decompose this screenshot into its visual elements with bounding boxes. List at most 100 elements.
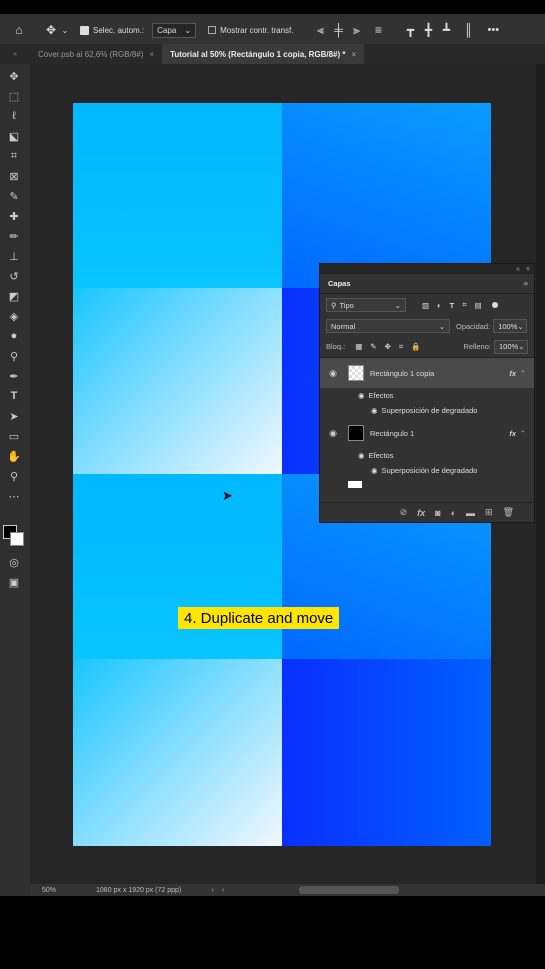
eye-icon[interactable]: ◉ xyxy=(358,451,365,460)
distribute-icon[interactable]: ≡ xyxy=(370,21,388,39)
filter-toggle-icon[interactable] xyxy=(491,302,498,308)
vertical-scrollbar[interactable] xyxy=(536,64,545,884)
effect-item[interactable]: ◉ Superposición de degradado xyxy=(320,463,534,478)
opacity-label: Opacidad: xyxy=(456,321,491,331)
paint-bucket-icon[interactable]: ◈ xyxy=(5,308,23,324)
distribute-vertical-icon[interactable]: ║ xyxy=(460,21,478,39)
clone-stamp-icon[interactable]: ⊥ xyxy=(5,248,23,264)
tab-tutorial[interactable]: Tutorial al 50% (Rectángulo 1 copia, RGB… xyxy=(162,44,365,64)
zoom-level[interactable]: 50% xyxy=(42,887,56,894)
object-select-icon[interactable]: ⬕ xyxy=(5,128,23,144)
frame-icon[interactable]: ⊠ xyxy=(5,168,23,184)
lock-transparent-icon[interactable]: ▦ xyxy=(355,342,362,351)
eye-icon[interactable]: ◉ xyxy=(358,391,365,400)
auto-select-target-dropdown[interactable]: Capa ⌄ xyxy=(152,22,197,38)
layer-name[interactable]: Rectángulo 1 copia xyxy=(370,369,434,378)
align-middle-icon[interactable]: ╋ xyxy=(420,21,438,39)
lock-artboard-icon[interactable]: ⌗ xyxy=(399,342,403,352)
eye-icon[interactable]: ◉ xyxy=(371,466,378,475)
move-icon[interactable]: ✥ xyxy=(5,68,23,84)
horizontal-scrollbar[interactable] xyxy=(298,886,399,894)
layer-row[interactable]: ◉ Rectángulo 1 copia fx ⌃ xyxy=(320,358,534,388)
background-color-swatch[interactable] xyxy=(10,532,24,546)
new-layer-icon[interactable]: ⊞ xyxy=(485,507,493,518)
effects-row[interactable]: ◉ Efectos xyxy=(320,388,534,403)
adjustment-layer-icon[interactable]: ◐ xyxy=(451,508,456,518)
filter-smart-object-icon[interactable]: ▤ xyxy=(474,301,481,310)
chevron-up-icon[interactable]: ⌃ xyxy=(520,369,526,378)
blur-icon[interactable]: ● xyxy=(5,328,23,344)
zoom-icon[interactable]: ⚲ xyxy=(5,468,23,484)
fx-icon[interactable]: fx xyxy=(509,369,516,378)
rectangle-icon[interactable]: ▭ xyxy=(5,428,23,444)
close-icon[interactable]: × xyxy=(526,266,530,273)
align-top-icon[interactable]: ┳ xyxy=(402,21,420,39)
crop-icon[interactable]: ⌗ xyxy=(5,148,23,164)
panel-menu-icon[interactable]: ≡ xyxy=(524,279,528,288)
text-icon[interactable]: T xyxy=(5,388,23,404)
layer-row[interactable]: ◉ Rectángulo 1 fx ⌃ xyxy=(320,418,534,448)
hand-icon[interactable]: ✋ xyxy=(5,448,23,464)
add-style-icon[interactable]: fx xyxy=(417,508,425,518)
tab-cover[interactable]: Cover.psb al 62,6% (RGB/8#) × xyxy=(30,44,162,64)
fill-field[interactable]: 100% ⌄ xyxy=(494,339,528,354)
chevron-down-icon: ⌄ xyxy=(394,300,401,310)
blend-mode-select[interactable]: Normal ⌄ xyxy=(326,319,450,333)
layers-panel-title[interactable]: Capas xyxy=(328,279,351,288)
show-transform-checkbox[interactable] xyxy=(208,26,217,34)
auto-select-checkbox[interactable] xyxy=(80,25,89,35)
home-icon[interactable]: ⌂ xyxy=(10,21,28,39)
close-icon[interactable]: × xyxy=(352,50,357,59)
history-brush-icon[interactable]: ↺ xyxy=(5,268,23,284)
filter-pixel-icon[interactable]: ▨ xyxy=(422,301,429,310)
chevron-down-icon[interactable]: ⌄ xyxy=(60,21,70,39)
collapse-panel-icon[interactable]: « xyxy=(516,266,520,273)
filter-type-icon[interactable]: T xyxy=(450,301,455,310)
brush-icon[interactable]: ✏ xyxy=(5,228,23,244)
eraser-icon[interactable]: ◩ xyxy=(5,288,23,304)
eyedropper-icon[interactable]: ✎ xyxy=(5,188,23,204)
dodge-icon[interactable]: ⚲ xyxy=(5,348,23,364)
chevron-up-icon[interactable]: ⌃ xyxy=(520,429,526,438)
filter-adjustment-icon[interactable]: ◐ xyxy=(437,301,442,310)
chevron-down-icon: ⌄ xyxy=(438,321,445,331)
path-select-icon[interactable]: ➤ xyxy=(5,408,23,424)
trash-icon[interactable]: 🗑 xyxy=(503,507,514,518)
link-layers-icon[interactable]: ⊘ xyxy=(400,507,408,518)
effects-row[interactable]: ◉ Efectos xyxy=(320,448,534,463)
more-tools-icon[interactable]: ⋯ xyxy=(5,488,23,504)
close-icon[interactable]: × xyxy=(149,50,154,59)
eye-icon[interactable]: ◉ xyxy=(326,428,340,439)
lock-all-icon[interactable]: 🔒 xyxy=(411,342,420,351)
opacity-field[interactable]: 100% ⌄ xyxy=(493,319,528,333)
pen-icon[interactable]: ✒ xyxy=(5,368,23,384)
quick-mask-icon[interactable]: ◎ xyxy=(5,554,23,570)
align-center-icon[interactable]: ╪ xyxy=(330,21,348,39)
align-left-icon[interactable]: ⫷ xyxy=(312,21,330,39)
align-bottom-icon[interactable]: ┻ xyxy=(438,21,456,39)
eye-icon[interactable]: ◉ xyxy=(326,368,340,379)
effect-item[interactable]: ◉ Superposición de degradado xyxy=(320,403,534,418)
layer-name[interactable]: Rectángulo 1 xyxy=(370,429,414,438)
eye-icon[interactable]: ◉ xyxy=(371,406,378,415)
chevron-left-icon[interactable]: ‹ xyxy=(222,887,224,894)
move-tool-icon[interactable]: ✥ xyxy=(42,21,60,39)
filter-kind-select[interactable]: ⚲ Tipo ⌄ xyxy=(326,298,406,312)
fx-icon[interactable]: fx xyxy=(509,429,516,438)
filter-shape-icon[interactable]: ⌗ xyxy=(462,300,466,310)
lock-pixels-icon[interactable]: ✎ xyxy=(370,342,376,351)
rectangle-1[interactable] xyxy=(73,474,491,846)
marquee-icon[interactable]: ⬚ xyxy=(5,88,23,104)
background-layer-thumbnail[interactable] xyxy=(348,481,362,488)
healing-brush-icon[interactable]: ✚ xyxy=(5,208,23,224)
screen-mode-icon[interactable]: ▣ xyxy=(5,574,23,590)
panel-collapse-icon[interactable]: » xyxy=(0,44,30,64)
add-mask-icon[interactable]: ◙ xyxy=(435,508,440,518)
more-options[interactable]: ••• xyxy=(488,24,500,36)
chevron-right-icon[interactable]: › xyxy=(211,887,213,894)
lock-position-icon[interactable]: ✥ xyxy=(385,342,391,351)
new-group-icon[interactable]: ▬ xyxy=(466,508,475,518)
align-right-icon[interactable]: ⫸ xyxy=(348,21,366,39)
lasso-icon[interactable]: ℓ xyxy=(5,108,23,124)
status-bar: 50% 1080 px x 1920 px (72 ppp) › ‹ xyxy=(30,884,545,896)
